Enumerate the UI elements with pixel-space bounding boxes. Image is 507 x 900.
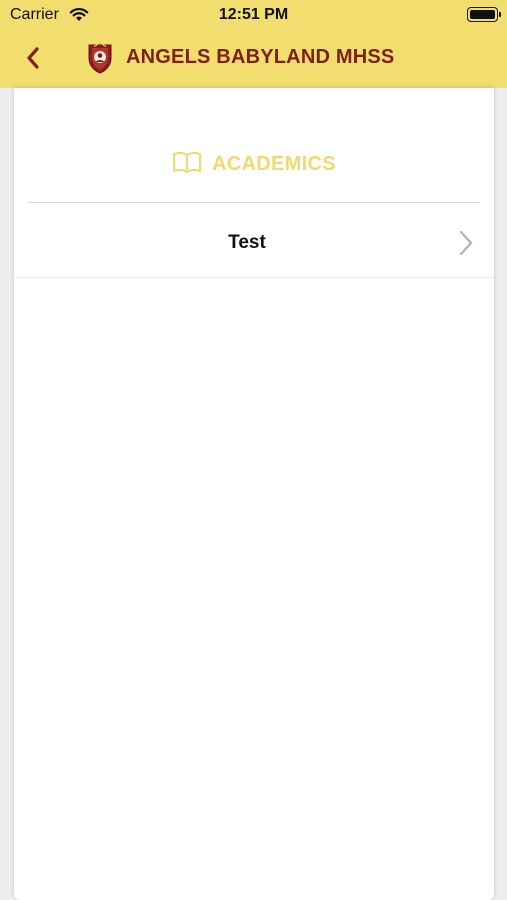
school-name-title: ANGELS BABYLAND MHSS — [126, 46, 395, 68]
open-book-icon — [172, 150, 202, 179]
chevron-left-icon — [27, 47, 39, 69]
content-card: ACADEMICS Test — [14, 88, 494, 900]
navigation-bar: ANGELS BABYLAND MHSS — [0, 30, 507, 88]
battery-icon — [467, 7, 501, 22]
section-header: ACADEMICS — [14, 150, 494, 180]
chevron-right-icon — [456, 229, 476, 262]
list-item-test[interactable]: Test — [14, 206, 494, 278]
app-screen: Carrier 12:51 PM ANGELS BABYLAND MHSS AC… — [0, 0, 507, 900]
back-button[interactable] — [22, 44, 46, 72]
row-separator — [14, 277, 494, 278]
section-title: ACADEMICS — [212, 153, 336, 175]
list-item-label: Test — [228, 232, 266, 253]
status-bar: Carrier 12:51 PM — [0, 0, 507, 30]
header-area: Carrier 12:51 PM ANGELS BABYLAND MHSS — [0, 0, 507, 88]
school-crest-icon — [86, 42, 114, 74]
clock: 12:51 PM — [218, 6, 289, 23]
divider — [28, 202, 480, 203]
